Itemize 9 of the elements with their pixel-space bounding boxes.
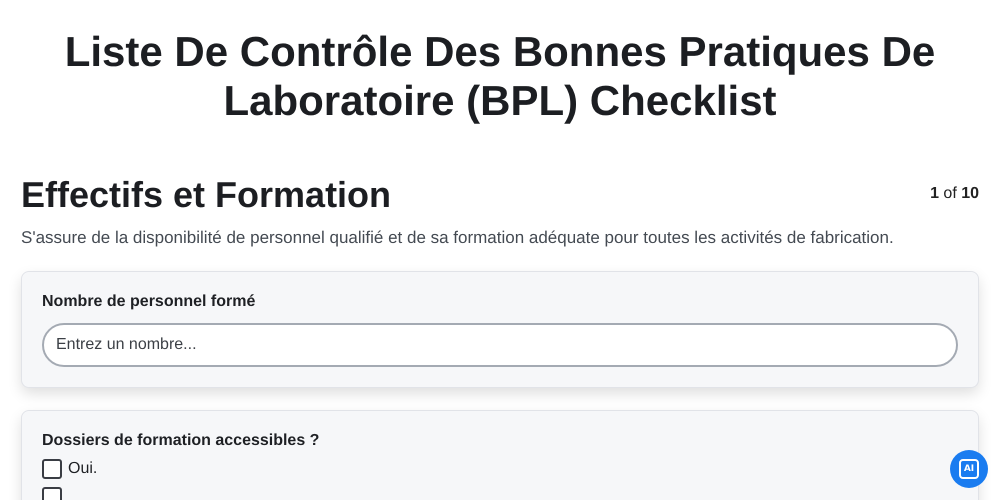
page-title: Liste De Contrôle Des Bonnes Pratiques De Laboratoire (BPL) Checklist xyxy=(64,27,936,125)
question-label: Nombre de personnel formé xyxy=(42,292,256,312)
number-field[interactable]: Entrez un nombre... xyxy=(42,323,958,367)
checkbox[interactable] xyxy=(42,459,62,479)
section-heading: Effectifs et Formation xyxy=(21,173,392,217)
question-label: Dossiers de formation accessibles ? xyxy=(42,431,320,451)
page-counter: 1 of 10 xyxy=(930,185,979,203)
option-label: Oui. xyxy=(68,460,98,478)
section-description: S'assure de la disponibilité de personnel qualifié et de sa formation adéquate pour toutes les activités de fabrication. xyxy=(21,227,895,249)
